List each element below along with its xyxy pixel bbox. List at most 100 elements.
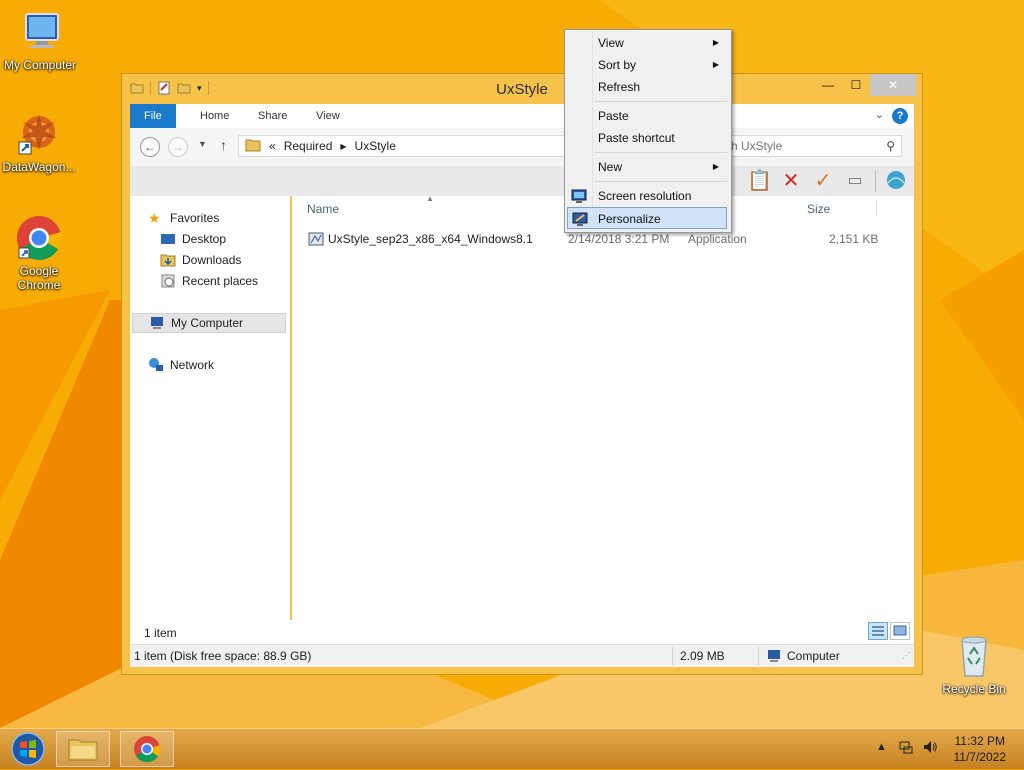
desktop-icon-recycle-bin[interactable]: Recycle Bin (934, 632, 1014, 696)
desktop-icon-label: My Computer (3, 58, 77, 72)
chrome-icon (15, 214, 63, 262)
navigation-bar: ← → ▼ ↑ « Required ▶ UxStyle ch UxStyle … (130, 128, 914, 166)
file-name: UxStyle_sep23_x86_x64_Windows8.1 (328, 232, 533, 246)
computer-icon (16, 8, 64, 56)
desktop-icon (160, 231, 176, 247)
checkmark-icon[interactable]: ✓ (811, 169, 835, 193)
menu-separator (594, 101, 727, 102)
breadcrumb-required[interactable]: Required (284, 139, 333, 153)
breadcrumb-separator-icon[interactable]: ▶ (340, 142, 346, 151)
clipboard-icon[interactable]: 📋 (747, 169, 772, 193)
title-bar[interactable]: ▾ UxStyle — ☐ ✕ (122, 74, 922, 104)
chrome-icon (134, 736, 161, 763)
application-icon (308, 231, 324, 250)
desktop-icon-google-chrome[interactable]: Google Chrome (0, 214, 79, 292)
tab-home[interactable]: Home (186, 104, 243, 128)
datawagon-icon (15, 110, 63, 158)
desktop-context-menu: View ▶ Sort by ▶ Refresh Paste Paste sho… (564, 29, 732, 233)
submenu-arrow-icon: ▶ (712, 38, 719, 47)
column-header-name[interactable]: Name (307, 202, 339, 216)
maximize-button[interactable]: ☐ (842, 74, 870, 96)
tab-share[interactable]: Share (244, 104, 301, 128)
network-icon (148, 357, 164, 373)
minimize-button[interactable]: — (814, 74, 842, 96)
menu-item-paste[interactable]: Paste (567, 105, 727, 127)
menu-item-label: Personalize (598, 212, 661, 226)
start-button[interactable] (6, 731, 50, 767)
recycle-bin-icon (950, 632, 998, 680)
search-placeholder: ch UxStyle (725, 139, 783, 153)
clock-date: 11/7/2022 (953, 750, 1007, 764)
menu-separator (594, 181, 727, 182)
delete-icon[interactable]: ✕ (779, 169, 803, 193)
network-tray-icon[interactable] (898, 739, 914, 758)
computer-icon (766, 648, 782, 667)
menu-item-screen-resolution[interactable]: Screen resolution (567, 185, 727, 207)
recent-places-icon (160, 273, 176, 289)
shell-icon[interactable] (884, 169, 908, 193)
up-button[interactable]: ↑ (220, 137, 227, 153)
star-icon: ★ (148, 210, 161, 226)
file-date: 2/14/2018 3:21 PM (568, 232, 670, 246)
desktop-icon-label: DataWagon... (2, 160, 76, 174)
taskbar: ▲ 11:32 PM 11/7/2022 (0, 728, 1024, 769)
desktop-icon-datawagon[interactable]: DataWagon... (0, 110, 79, 174)
menu-item-refresh[interactable]: Refresh (567, 76, 727, 98)
nav-recent-places[interactable]: Recent places (160, 273, 258, 289)
file-type: Application (688, 232, 747, 246)
tab-view[interactable]: View (302, 104, 354, 128)
window-controls: — ☐ ✕ (814, 74, 916, 96)
close-button[interactable]: ✕ (870, 74, 916, 96)
explorer-window[interactable]: ▾ UxStyle — ☐ ✕ File Home Share View ⌄ ?… (122, 74, 922, 674)
menu-item-new[interactable]: New ▶ (567, 156, 727, 178)
menu-item-label: Paste shortcut (598, 131, 675, 145)
taskbar-file-explorer[interactable] (56, 731, 110, 767)
desktop-icon-label: Recycle Bin (942, 682, 1006, 696)
nav-favorites-label: Favorites (170, 211, 220, 225)
menu-item-label: Screen resolution (598, 189, 692, 203)
sort-indicator-icon: ▲ (426, 194, 434, 203)
nav-downloads[interactable]: Downloads (160, 252, 241, 268)
menu-item-sort-by[interactable]: Sort by ▶ (567, 54, 727, 76)
resize-grip-icon[interactable]: ⋰ (902, 651, 910, 660)
back-button[interactable]: ← (140, 137, 160, 157)
system-clock[interactable]: 11:32 PM 11/7/2022 (954, 733, 1007, 765)
search-icon[interactable]: ⚲ (886, 136, 895, 156)
recent-locations-dropdown-icon[interactable]: ▼ (198, 139, 207, 149)
show-hidden-icons-button[interactable]: ▲ (876, 741, 887, 753)
tab-file[interactable]: File (130, 104, 176, 128)
menu-item-label: Refresh (598, 80, 641, 94)
nav-my-computer[interactable]: My Computer (132, 313, 286, 333)
nav-network[interactable]: Network (148, 357, 214, 373)
breadcrumb-overflow[interactable]: « (269, 139, 276, 153)
status-separator (758, 647, 759, 665)
large-icons-view-button[interactable] (890, 622, 910, 640)
column-header-size[interactable]: Size (807, 202, 830, 216)
address-bar[interactable]: « Required ▶ UxStyle (238, 135, 568, 157)
nav-downloads-label: Downloads (182, 253, 242, 267)
nav-favorites[interactable]: ★ Favorites (148, 210, 219, 226)
file-explorer-icon (68, 739, 98, 761)
status-bar: 1 item (Disk free space: 88.9 GB) 2.09 M… (130, 644, 914, 667)
details-view-button[interactable] (868, 622, 888, 640)
status-location: Computer (787, 649, 840, 663)
table-row[interactable]: UxStyle_sep23_x86_x64_Windows8.1 2/14/20… (292, 230, 914, 250)
monitor-icon (571, 188, 587, 204)
status-disk-space: 1 item (Disk free space: 88.9 GB) (134, 649, 312, 663)
nav-desktop[interactable]: Desktop (160, 231, 226, 247)
menu-item-view[interactable]: View ▶ (567, 32, 727, 54)
rename-icon[interactable]: ▭ (843, 169, 867, 193)
menu-item-paste-shortcut[interactable]: Paste shortcut (567, 127, 727, 149)
downloads-icon (160, 252, 176, 268)
desktop-icon-my-computer[interactable]: My Computer (0, 8, 80, 72)
menu-item-personalize[interactable]: Personalize (567, 207, 727, 229)
file-size: 2,151 KB (829, 232, 879, 246)
taskbar-google-chrome[interactable] (120, 731, 174, 767)
forward-button[interactable]: → (168, 137, 188, 157)
search-input[interactable]: ch UxStyle ⚲ (720, 135, 902, 157)
breadcrumb-uxstyle[interactable]: UxStyle (355, 139, 396, 153)
help-icon[interactable]: ? (892, 108, 908, 124)
expand-ribbon-icon[interactable]: ⌄ (875, 108, 884, 121)
file-list[interactable]: ▲ Name Size UxStyle_sep23_x86_x64_Window… (292, 194, 914, 644)
volume-icon[interactable] (922, 739, 938, 758)
